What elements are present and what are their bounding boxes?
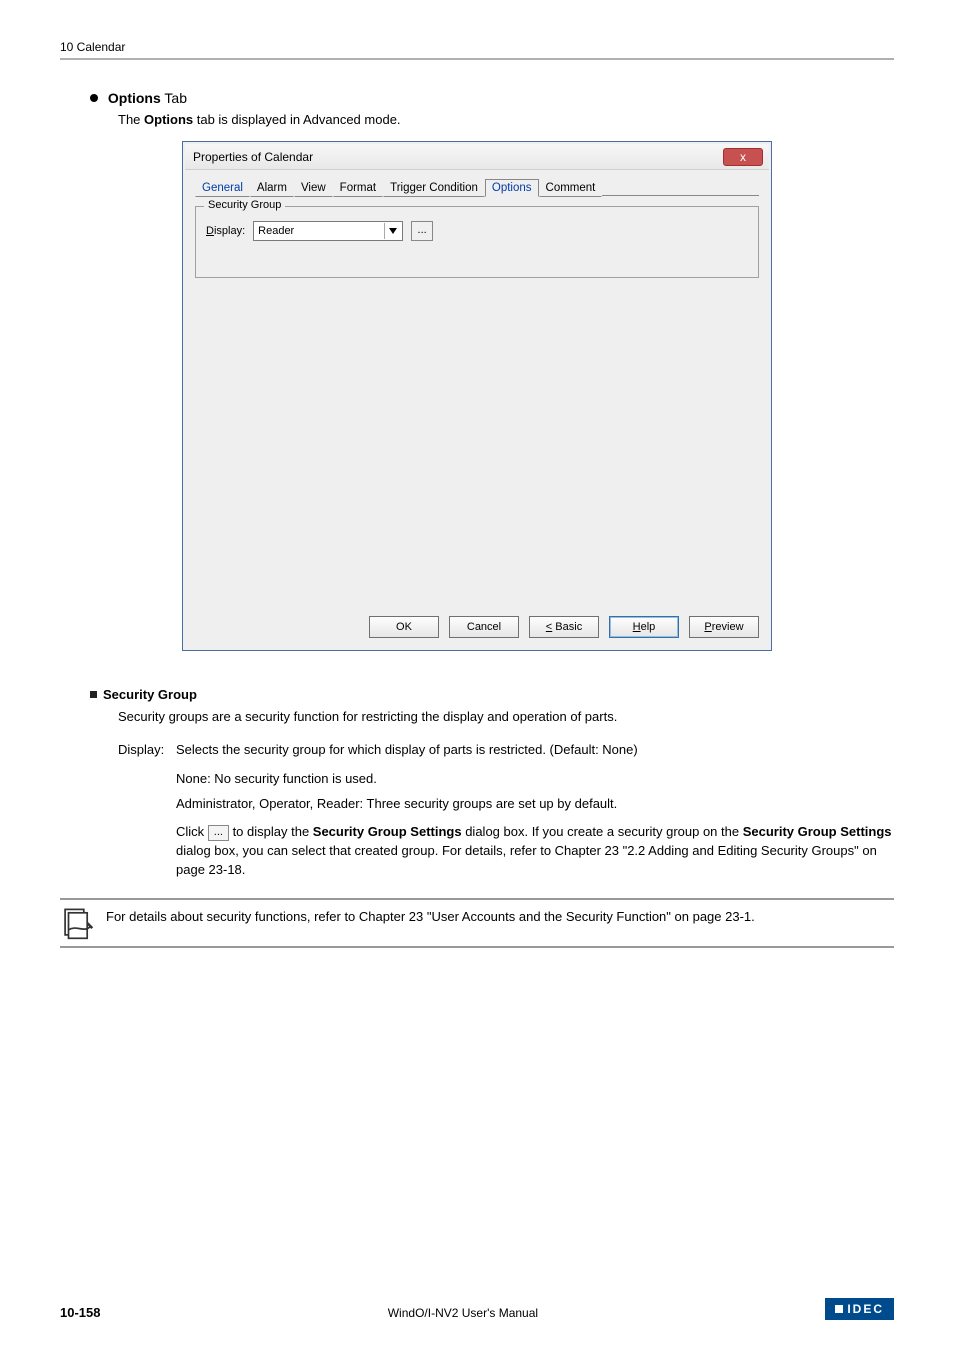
preview-rest: review [712, 621, 744, 633]
click-mid: to display the [229, 824, 313, 839]
chevron-down-icon [384, 223, 400, 239]
click-paragraph: Click ... to display the Security Group … [176, 823, 894, 880]
help-button[interactable]: Help [609, 616, 679, 638]
security-group-desc: Security groups are a security function … [60, 708, 894, 727]
section-title-tail: Tab [161, 90, 187, 106]
click-post: dialog box, you can select that created … [176, 843, 877, 877]
preview-button[interactable]: Preview [689, 616, 759, 638]
security-group-head-text: Security Group [103, 687, 197, 702]
page-footer: 10-158 WindO/I-NV2 User's Manual IDEC [60, 1298, 894, 1320]
tab-underline [602, 178, 759, 196]
note-icon [60, 906, 94, 940]
help-u: H [633, 621, 641, 633]
help-rest: elp [641, 621, 656, 633]
tab-comment[interactable]: Comment [539, 179, 603, 197]
brand-text: IDEC [847, 1302, 884, 1316]
ok-button[interactable]: OK [369, 616, 439, 638]
click-bold1: Security Group Settings [313, 824, 462, 839]
intro-post: tab is displayed in Advanced mode. [193, 112, 400, 127]
tab-general[interactable]: General [195, 179, 250, 197]
section-title: Options Tab [90, 90, 894, 106]
header-chapter: 10 Calendar [60, 40, 894, 58]
click-bold2: Security Group Settings [743, 824, 892, 839]
note-text: For details about security functions, re… [106, 906, 894, 927]
brand-badge: IDEC [825, 1298, 894, 1320]
basic-rest: Basic [552, 621, 582, 633]
tab-alarm[interactable]: Alarm [250, 179, 294, 197]
display-label: Display: [206, 225, 245, 237]
close-button[interactable]: x [723, 148, 763, 166]
tab-format[interactable]: Format [333, 179, 383, 197]
display-select-value: Reader [258, 225, 294, 237]
dialog-title: Properties of Calendar [193, 150, 313, 164]
tab-trigger[interactable]: Trigger Condition [383, 179, 485, 197]
display-term: Display: [118, 741, 176, 880]
section-intro: The Options tab is displayed in Advanced… [60, 112, 894, 127]
footer-center: WindO/I-NV2 User's Manual [100, 1306, 825, 1320]
square-bullet-icon [90, 691, 97, 698]
fieldset-legend: Security Group [204, 199, 285, 211]
bullet-icon [90, 94, 98, 102]
dialog-titlebar: Properties of Calendar x [185, 144, 769, 170]
section-title-bold: Options [108, 90, 161, 106]
tab-options[interactable]: Options [485, 179, 539, 197]
note-box: For details about security functions, re… [60, 898, 894, 948]
dialog-tabs: General Alarm View Format Trigger Condit… [185, 170, 769, 196]
preview-u: P [704, 621, 711, 633]
intro-pre: The [118, 112, 144, 127]
dialog-button-row: OK Cancel < Basic Help Preview [185, 608, 769, 648]
security-group-heading: Security Group [60, 687, 894, 702]
tab-view[interactable]: View [294, 179, 333, 197]
dialog-body: Security Group Display: Reader ... [185, 196, 769, 608]
brand-square-icon [835, 1305, 843, 1313]
intro-bold: Options [144, 112, 193, 127]
basic-button[interactable]: < Basic [529, 616, 599, 638]
display-label-rest: isplay: [214, 225, 245, 237]
display-select[interactable]: Reader [253, 221, 403, 241]
display-def: Selects the security group for which dis… [176, 741, 894, 760]
properties-dialog: Properties of Calendar x General Alarm V… [182, 141, 772, 651]
admin-line: Administrator, Operator, Reader: Three s… [176, 795, 894, 814]
display-label-u: D [206, 225, 214, 237]
inline-browse-button: ... [208, 825, 229, 841]
security-group-fieldset: Security Group Display: Reader ... [195, 206, 759, 278]
click-mid2: dialog box. If you create a security gro… [462, 824, 743, 839]
header-divider [60, 58, 894, 60]
browse-button[interactable]: ... [411, 221, 433, 241]
page-number: 10-158 [60, 1305, 100, 1320]
dialog-spacer [195, 278, 759, 598]
none-line: None: No security function is used. [176, 770, 894, 789]
cancel-button[interactable]: Cancel [449, 616, 519, 638]
click-pre: Click [176, 824, 208, 839]
